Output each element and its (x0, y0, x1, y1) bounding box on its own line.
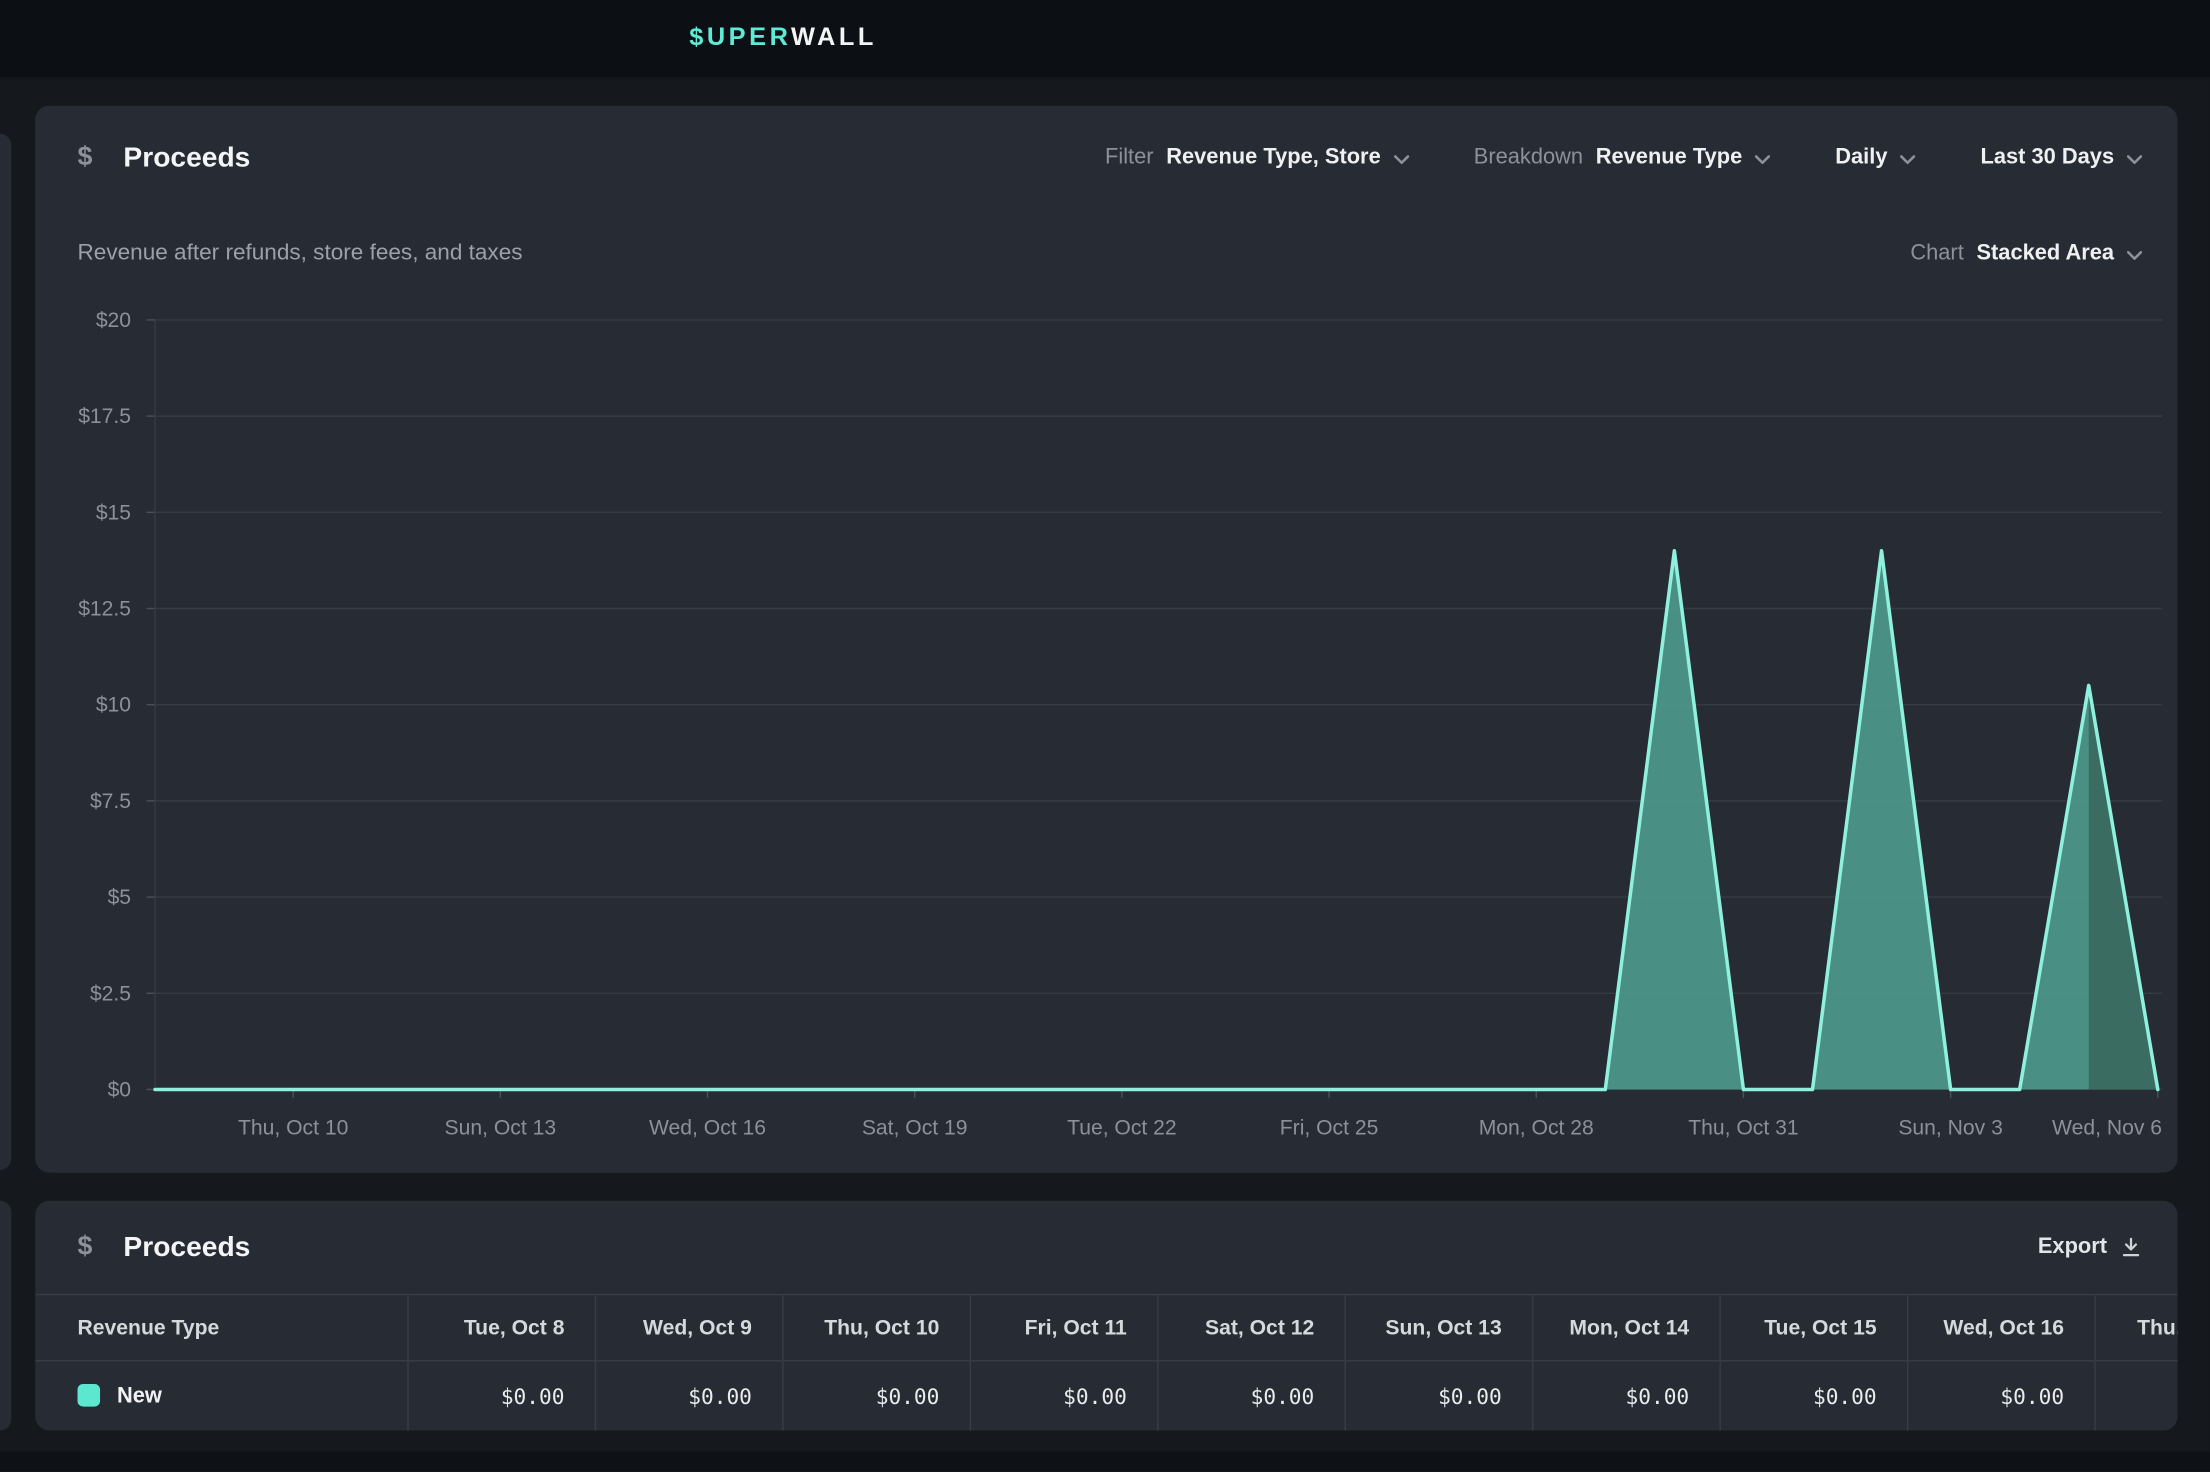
filter-dropdown[interactable]: Filter Revenue Type, Store (1105, 145, 1409, 170)
series-label: New (117, 1384, 162, 1408)
value-cell: $0.00 (2094, 1361, 2177, 1431)
y-axis-label: $7.5 (90, 790, 131, 813)
breakdown-label: Breakdown (1474, 145, 1583, 170)
table-row: New$0.00$0.00$0.00$0.00$0.00$0.00$0.00$0… (35, 1361, 2177, 1431)
date-range-dropdown[interactable]: Last 30 Days (1981, 145, 2143, 170)
y-axis-label: $20 (96, 309, 131, 332)
column-header-date: Wed, Oct 9 (595, 1295, 782, 1361)
date-range-value: Last 30 Days (1981, 145, 2115, 170)
column-header-date: Thu, Oct 10 (782, 1295, 969, 1361)
value-cell: $0.00 (782, 1361, 969, 1431)
x-axis-label: Thu, Oct 31 (1688, 1117, 1798, 1140)
y-axis-label: $0 (108, 1079, 132, 1102)
value-cell: $0.00 (1532, 1361, 1719, 1431)
column-header-date: Sun, Oct 13 (1345, 1295, 1532, 1361)
series-swatch-icon (78, 1384, 101, 1407)
column-header-date: Fri, Oct 11 (970, 1295, 1157, 1361)
y-axis-label: $2.5 (90, 982, 131, 1005)
granularity-value: Daily (1835, 145, 1887, 170)
y-axis-label: $5 (108, 886, 132, 909)
table-card-title: Proceeds (123, 1231, 250, 1263)
value-cell: $0.00 (1719, 1361, 1906, 1431)
area-fill (155, 551, 2158, 1090)
column-header-date: Sat, Oct 12 (1157, 1295, 1344, 1361)
x-axis-label: Wed, Oct 16 (649, 1117, 766, 1140)
offscreen-card-edge (0, 134, 11, 1170)
y-axis-label: $12.5 (78, 598, 131, 621)
x-axis-label: Sun, Nov 3 (1898, 1117, 2003, 1140)
dollar-icon: $ (78, 142, 93, 173)
chart-sub-row: Revenue after refunds, store fees, and t… (78, 241, 2143, 266)
column-header-date: Mon, Oct 14 (1532, 1295, 1719, 1361)
chevron-down-icon (1900, 154, 1916, 164)
table-header-row: Revenue TypeTue, Oct 8Wed, Oct 9Thu, Oct… (35, 1295, 2177, 1361)
x-axis-label: Sun, Oct 13 (445, 1117, 557, 1140)
column-header-date: Thu, Oct 17 (2094, 1295, 2177, 1361)
breakdown-value: Revenue Type (1596, 145, 1743, 170)
value-cell: $0.00 (1907, 1361, 2094, 1431)
export-label: Export (2038, 1235, 2107, 1260)
chevron-down-icon (1393, 154, 1409, 164)
x-axis-label: Wed, Nov 6 (2052, 1117, 2162, 1140)
column-header-date: Wed, Oct 16 (1907, 1295, 2094, 1361)
offscreen-card-edge (0, 1201, 11, 1431)
y-axis-label: $10 (96, 694, 131, 717)
x-axis-label: Mon, Oct 28 (1479, 1117, 1594, 1140)
series-label-cell: New (35, 1361, 407, 1431)
chevron-down-icon (1755, 154, 1771, 164)
value-cell: $0.00 (407, 1361, 594, 1431)
filter-value: Revenue Type, Store (1166, 145, 1380, 170)
value-cell: $0.00 (1345, 1361, 1532, 1431)
superwall-dashboard: $UPERWALL $0 $2.5 $5 $7.5 $10 $12.5 $15 $17.5 $2… (0, 0, 2210, 1471)
x-axis-label: Tue, Oct 22 (1067, 1117, 1177, 1140)
superwall-logo[interactable]: $UPERWALL (689, 23, 877, 53)
download-icon (2120, 1236, 2143, 1259)
column-header-date: Tue, Oct 15 (1719, 1295, 1906, 1361)
column-header-revenue-type: Revenue Type (35, 1295, 407, 1361)
breakdown-dropdown[interactable]: Breakdown Revenue Type (1474, 145, 1771, 170)
logo-rest: WALL (791, 23, 877, 51)
chart-card-header: $ Proceeds Filter Revenue Type, Store Br… (78, 106, 2143, 210)
dollar-icon: $ (78, 1232, 93, 1263)
proceeds-table-card: $ Proceeds Export Revenue TypeTue, Oct 8… (35, 1201, 2177, 1431)
y-axis-label: $15 (96, 501, 131, 524)
top-bar: $UPERWALL (0, 0, 2210, 78)
logo-accent: $UPER (689, 23, 791, 51)
chart-type-label: Chart (1910, 241, 1963, 266)
x-axis-label: Thu, Oct 10 (238, 1117, 348, 1140)
column-header-date: Tue, Oct 8 (407, 1295, 594, 1361)
chevron-down-icon (2127, 250, 2143, 260)
value-cell: $0.00 (595, 1361, 782, 1431)
filter-label: Filter (1105, 145, 1154, 170)
export-button[interactable]: Export (2038, 1235, 2142, 1260)
chart-type-value: Stacked Area (1976, 241, 2114, 266)
x-axis-label: Fri, Oct 25 (1280, 1117, 1379, 1140)
bottom-strip (0, 1452, 2210, 1472)
chart-type-dropdown[interactable]: Chart Stacked Area (1910, 241, 2142, 266)
value-cell: $0.00 (1157, 1361, 1344, 1431)
granularity-dropdown[interactable]: Daily (1835, 145, 1915, 170)
y-axis-label: $17.5 (78, 405, 131, 428)
chevron-down-icon (2127, 154, 2143, 164)
proceeds-table: Revenue TypeTue, Oct 8Wed, Oct 9Thu, Oct… (35, 1294, 2177, 1431)
x-axis-label: Sat, Oct 19 (862, 1117, 968, 1140)
chart-controls: Filter Revenue Type, Store Breakdown Rev… (1105, 145, 2142, 170)
value-cell: $0.00 (970, 1361, 1157, 1431)
table-card-header: $ Proceeds Export (78, 1201, 2143, 1294)
chart-card-title: Proceeds (123, 142, 250, 174)
proceeds-chart-card: $0 $2.5 $5 $7.5 $10 $12.5 $15 $17.5 $20 Thu, Oct … (35, 106, 2177, 1173)
chart-card-subtitle: Revenue after refunds, store fees, and t… (78, 241, 523, 266)
